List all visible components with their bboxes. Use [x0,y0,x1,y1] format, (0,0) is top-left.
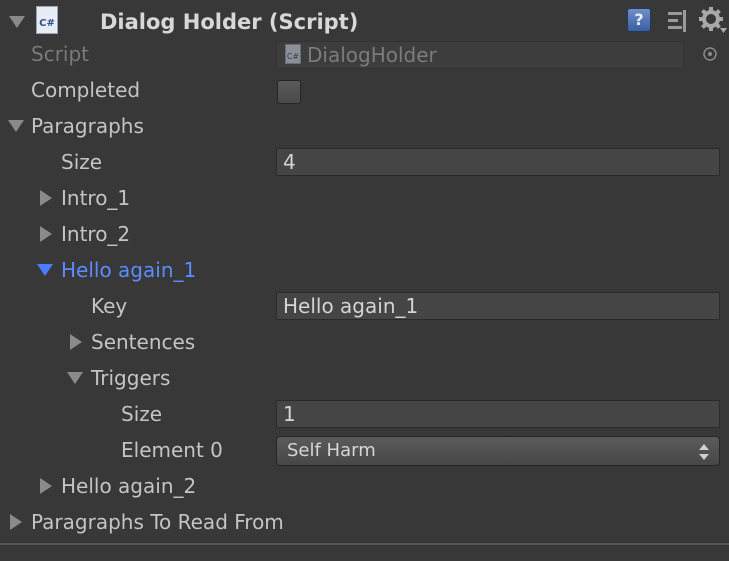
preset-icon[interactable] [666,8,690,34]
paragraphs-to-read-foldout-arrow[interactable] [10,514,22,530]
element0-selected-value: Self Harm [287,440,376,461]
gear-icon[interactable] [698,6,728,34]
intro2-foldout-arrow[interactable] [40,226,52,242]
paragraph-item-intro2[interactable]: Intro_2 [61,222,130,246]
triggers-label[interactable]: Triggers [91,366,170,390]
hello-again-2-foldout-arrow[interactable] [40,478,52,494]
component-title: Dialog Holder (Script) [100,10,359,34]
triggers-size-field[interactable]: 1 [276,400,720,428]
divider [0,543,729,545]
sentences-label[interactable]: Sentences [91,330,195,354]
element0-dropdown[interactable]: Self Harm [276,436,720,466]
script-field: DialogHolder [276,41,684,69]
element0-label: Element 0 [121,438,223,462]
paragraph-item-hello-again-2[interactable]: Hello again_2 [61,474,196,498]
hello-again-1-foldout-arrow[interactable] [37,264,53,276]
script-label: Script [31,42,90,66]
triggers-size-label: Size [121,402,163,426]
paragraphs-label[interactable]: Paragraphs [31,114,144,138]
updown-arrows-icon [699,444,709,460]
completed-checkbox[interactable] [277,80,301,104]
csharp-script-icon: C# [36,6,58,34]
paragraphs-size-label: Size [61,150,103,174]
paragraph-item-intro1[interactable]: Intro_1 [61,186,130,210]
paragraphs-foldout-arrow[interactable] [8,120,24,132]
help-icon[interactable]: ? [627,8,651,32]
sentences-foldout-arrow[interactable] [70,334,82,350]
paragraphs-to-read-label[interactable]: Paragraphs To Read From [31,510,284,534]
triggers-foldout-arrow[interactable] [67,372,83,384]
component-foldout-arrow[interactable] [9,16,25,28]
paragraph-item-hello-again-1[interactable]: Hello again_1 [61,258,196,282]
key-field[interactable]: Hello again_1 [276,292,720,320]
key-label: Key [91,294,128,318]
intro1-foldout-arrow[interactable] [40,190,52,206]
script-file-icon: C# [285,44,301,64]
paragraphs-size-field[interactable]: 4 [276,148,720,176]
object-picker-icon[interactable] [702,46,718,62]
completed-label: Completed [31,78,141,102]
